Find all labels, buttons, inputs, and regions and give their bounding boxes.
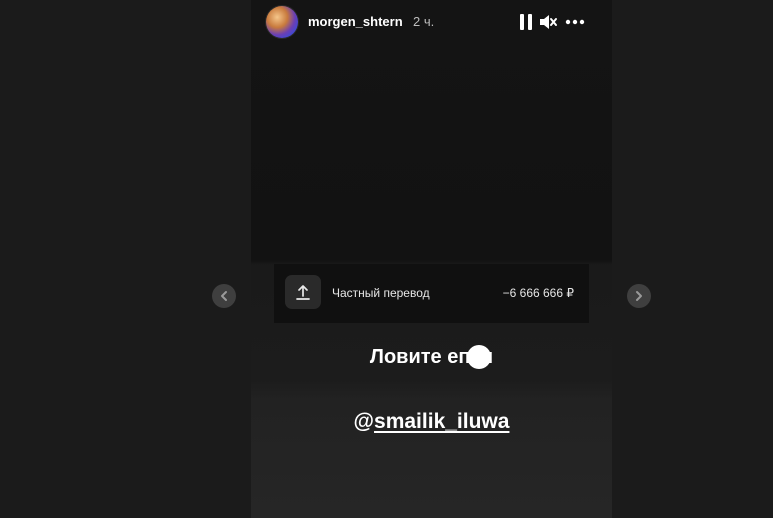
avatar[interactable] xyxy=(266,6,298,38)
upload-arrow-icon xyxy=(296,285,310,300)
mention-at: @ xyxy=(353,410,375,433)
more-options-button[interactable] xyxy=(564,11,586,33)
story-viewer: morgen_shtern 2 ч. Частный перевод −6 66… xyxy=(251,0,612,518)
next-story-button[interactable] xyxy=(627,284,651,308)
story-caption: Ловите еп ы xyxy=(369,346,494,368)
mention-handle[interactable]: smailik_iluwa xyxy=(374,410,509,433)
story-header: morgen_shtern 2 ч. xyxy=(251,0,612,44)
mention-sticker[interactable]: @smailik_iluwa xyxy=(251,410,612,434)
transfer-amount: −6 666 666 ₽ xyxy=(502,286,574,300)
more-icon xyxy=(565,19,585,25)
chevron-left-icon xyxy=(221,291,227,301)
transfer-label: Частный перевод xyxy=(332,286,430,300)
timestamp: 2 ч. xyxy=(413,14,435,29)
transfer-card: Частный перевод −6 666 666 ₽ xyxy=(274,264,589,323)
username[interactable]: morgen_shtern xyxy=(308,14,403,29)
mute-icon xyxy=(540,15,557,29)
previous-story-button[interactable] xyxy=(212,284,236,308)
pause-button[interactable] xyxy=(515,11,537,33)
cursor-dot xyxy=(467,345,491,369)
transfer-icon-box xyxy=(285,275,321,309)
chevron-right-icon xyxy=(636,291,642,301)
mute-button[interactable] xyxy=(537,11,559,33)
pause-icon xyxy=(520,14,532,30)
